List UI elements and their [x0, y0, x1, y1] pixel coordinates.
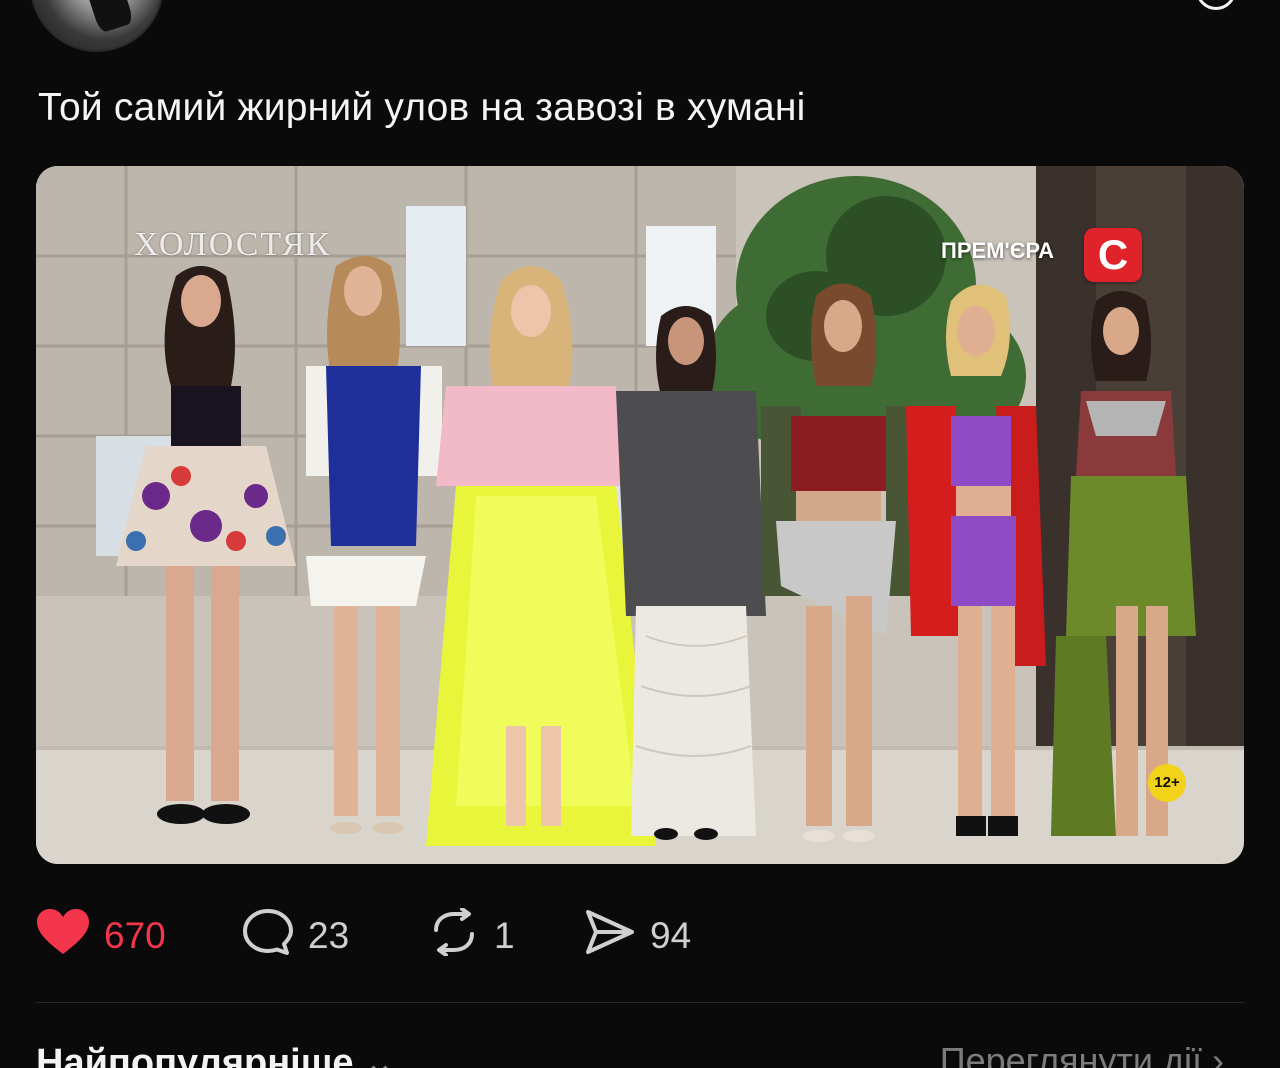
share-count: 94	[650, 915, 692, 956]
top-replies-dropdown[interactable]: Найпопулярніше ⌄	[36, 1040, 395, 1068]
age-rating-badge: 12+	[1148, 764, 1186, 802]
repost-icon	[428, 906, 480, 965]
post-page: Той самий жирний улов на завозі в хумані	[0, 0, 1280, 1068]
more-options-button[interactable]	[1196, 0, 1236, 10]
post-image[interactable]: ХОЛОСТЯК ПРЕМ'ЄРА C 12+	[36, 166, 1244, 864]
like-count: 670	[104, 915, 166, 956]
channel-logo-icon: C	[1084, 228, 1142, 282]
section-title-label: Найпопулярніше	[36, 1042, 354, 1068]
post-text: Той самий жирний улов на завозі в хумані	[38, 86, 806, 129]
share-button[interactable]: 94	[584, 906, 691, 966]
send-icon	[584, 908, 636, 965]
view-activity-link[interactable]: Переглянути дії ›	[940, 1040, 1224, 1068]
like-button[interactable]: 670	[36, 906, 166, 966]
repost-count: 1	[494, 915, 515, 956]
photo-scene	[36, 166, 1244, 864]
chevron-right-icon: ›	[1212, 1040, 1224, 1068]
repost-button[interactable]: 1	[428, 906, 515, 966]
avatar[interactable]	[30, 0, 164, 52]
post-header	[0, 0, 1280, 60]
view-activity-label: Переглянути дії	[939, 1040, 1202, 1068]
premiere-label: ПРЕМ'ЄРА	[941, 238, 1054, 263]
comment-icon	[242, 908, 294, 965]
chevron-down-icon: ⌄	[363, 1042, 396, 1068]
post-actions: 670 23 1 94	[36, 906, 1236, 966]
divider	[36, 1002, 1244, 1003]
comment-count: 23	[308, 915, 350, 956]
heart-icon	[36, 908, 90, 965]
show-logo: ХОЛОСТЯК	[134, 226, 332, 263]
comment-button[interactable]: 23	[242, 906, 349, 966]
